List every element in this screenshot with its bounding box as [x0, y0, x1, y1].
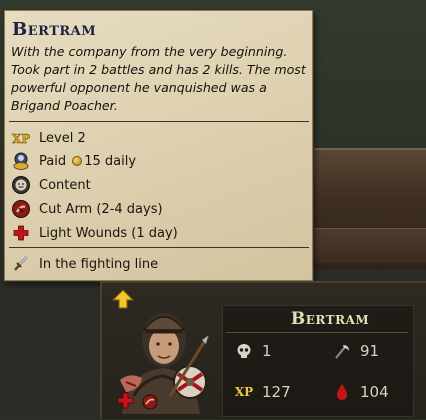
- injury-row: Cut Arm (2-4 days): [11, 198, 163, 220]
- level-row: XP Level 2: [11, 127, 86, 149]
- wounds-row: Light Wounds (1 day): [11, 222, 178, 244]
- paid-label: Paid: [39, 153, 67, 169]
- injury-label: Cut Arm (2-4 days): [39, 201, 163, 217]
- formation-label: In the fighting line: [39, 256, 159, 272]
- scythe-icon: [332, 341, 352, 361]
- xp-icon: XP: [234, 385, 254, 399]
- light-wounds-icon: [11, 223, 31, 243]
- wounds-label: Light Wounds (1 day): [39, 225, 178, 241]
- tooltip-description: With the company from the very beginning…: [11, 44, 306, 113]
- pay-row: Paid 15 daily: [11, 150, 136, 172]
- character-tooltip: Bertram With the company from the very b…: [4, 10, 313, 281]
- wooden-plank: [300, 228, 426, 263]
- gold-coin-icon: [72, 155, 83, 166]
- svg-text:XP: XP: [12, 132, 30, 145]
- hitpoints-stat: 104: [332, 382, 389, 402]
- mood-row: Content: [11, 174, 91, 196]
- divider: [9, 247, 309, 248]
- fatigue-value: 91: [360, 342, 380, 360]
- formation-row: In the fighting line: [11, 253, 158, 275]
- hitpoints-value: 104: [360, 383, 389, 401]
- xp-stat: XP 127: [234, 382, 291, 402]
- cut-arm-icon: [11, 199, 31, 219]
- blood-drop-icon: [332, 382, 352, 402]
- xp-value: 127: [262, 383, 291, 401]
- paid-icon: [11, 151, 31, 171]
- kills-stat: 1: [234, 341, 272, 361]
- daily-wage: 15 daily: [84, 153, 137, 169]
- character-name: Bertram: [290, 309, 370, 329]
- portrait-art: [117, 313, 210, 414]
- tooltip-title: Bertram: [12, 19, 97, 40]
- xp-icon: XP: [11, 128, 31, 148]
- sword-icon: [11, 254, 31, 274]
- divider: [9, 121, 309, 122]
- mood-label: Content: [39, 177, 91, 193]
- skull-icon: [234, 341, 254, 361]
- fatigue-stat: 91: [332, 341, 379, 361]
- kills-value: 1: [262, 342, 272, 360]
- mood-content-icon: [11, 175, 31, 195]
- character-portrait[interactable]: [112, 296, 212, 416]
- level-label: Level 2: [39, 130, 86, 146]
- divider: [226, 332, 408, 333]
